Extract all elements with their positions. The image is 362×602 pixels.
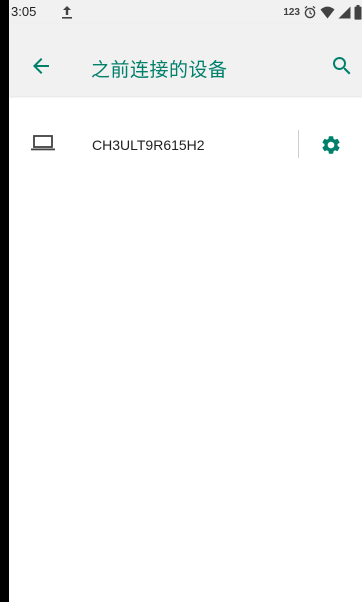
screen: 3:05 123 之前连接的设备 CH3ULT9R615H2 [9, 0, 362, 602]
back-button[interactable] [29, 54, 53, 78]
arrow-back-icon [33, 58, 49, 74]
laptop-icon [30, 134, 56, 152]
page-title: 之前连接的设备 [91, 59, 228, 81]
status-bar: 3:05 123 [9, 0, 362, 24]
battery-icon [354, 4, 362, 20]
gear-icon [322, 136, 340, 154]
device-settings-button[interactable] [320, 134, 342, 156]
search-button[interactable] [330, 54, 354, 78]
status-icons: 123 [283, 3, 362, 21]
wifi-icon [320, 6, 335, 19]
upload-icon [60, 4, 74, 20]
divider [298, 130, 299, 158]
search-icon [333, 57, 351, 75]
screen-left-edge [0, 0, 9, 602]
number-badge-icon: 123 [283, 6, 300, 18]
signal-icon [338, 6, 351, 19]
device-list-item[interactable]: CH3ULT9R615H2 [9, 122, 362, 170]
status-time: 3:05 [11, 4, 37, 19]
alarm-icon [303, 5, 317, 19]
device-name: CH3ULT9R615H2 [92, 137, 205, 153]
app-bar: 之前连接的设备 [9, 24, 362, 96]
